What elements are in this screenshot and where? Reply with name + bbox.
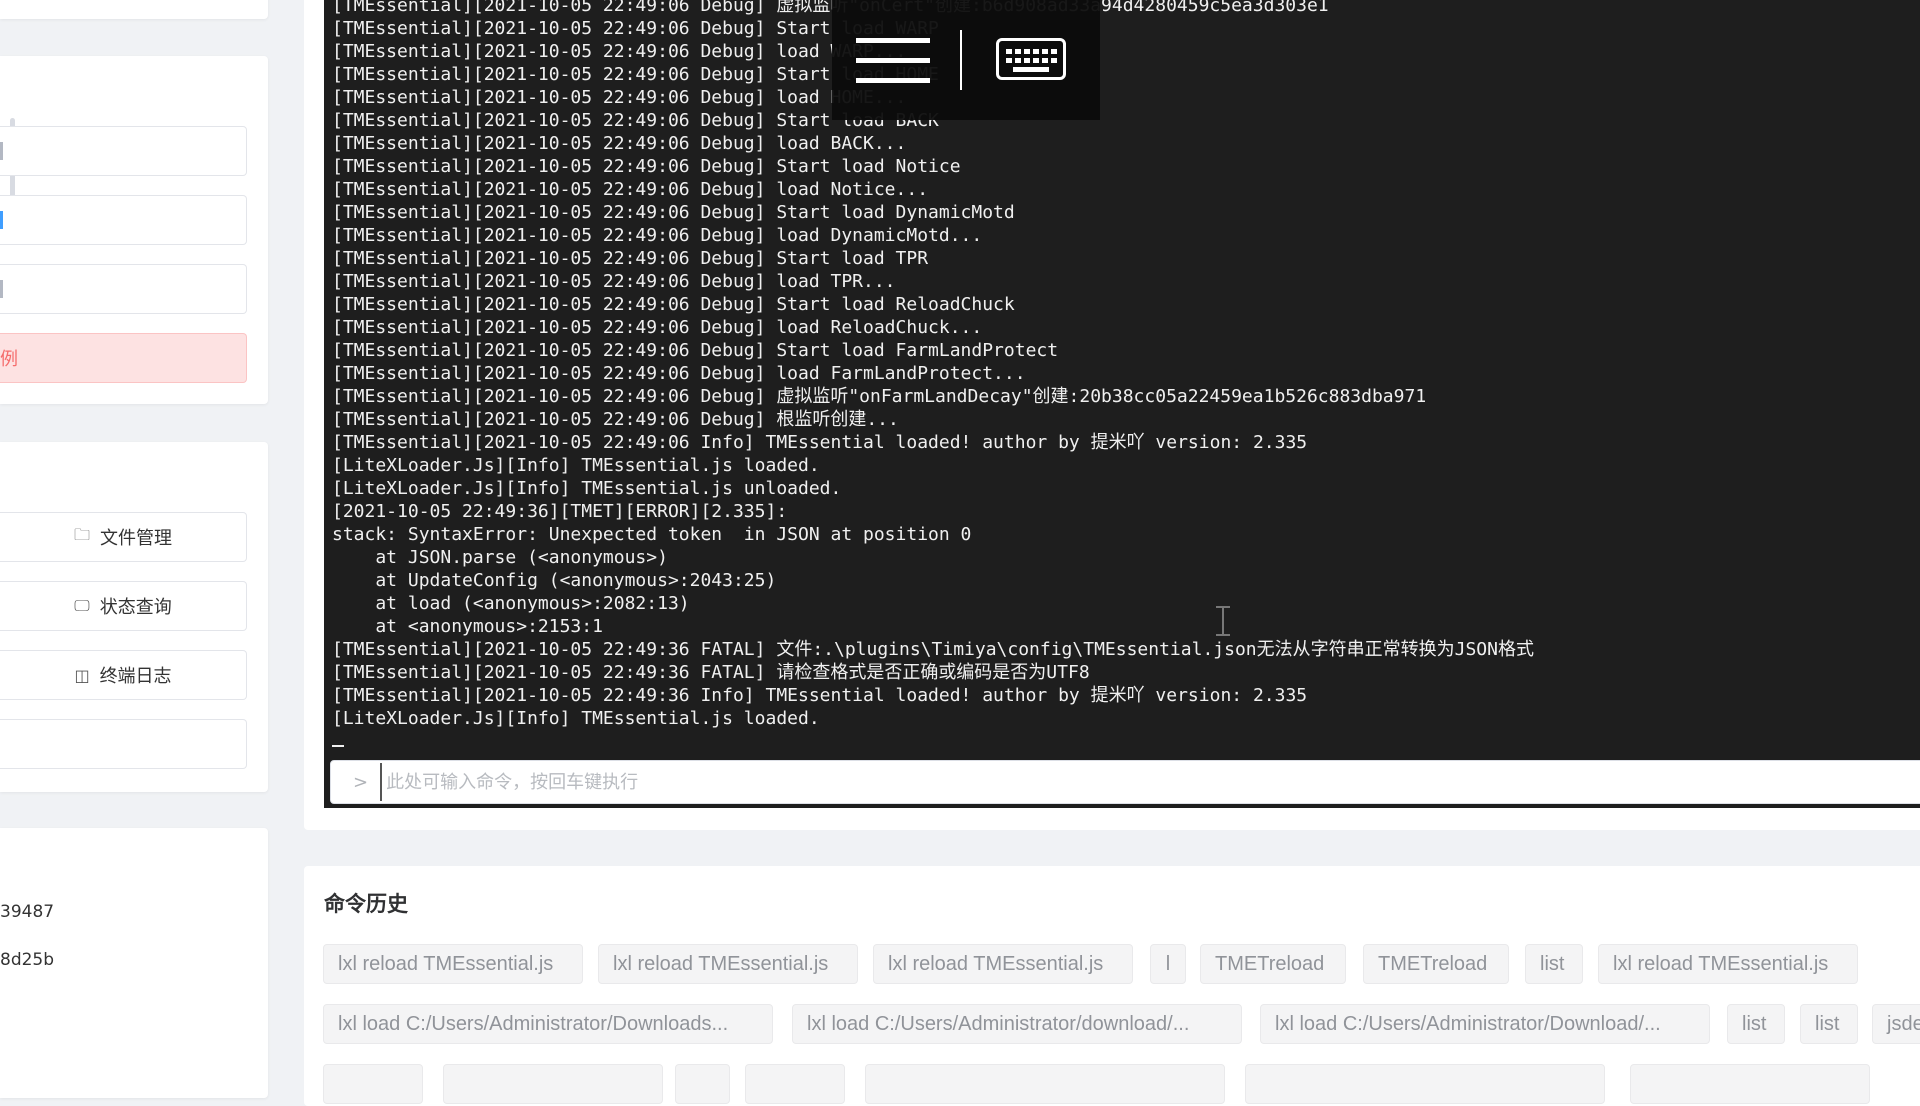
- history-chip[interactable]: [675, 1064, 730, 1104]
- terminal-line: at load (<anonymous>:2082:13): [332, 593, 690, 614]
- terminal-line: [2021-10-05 22:49:36][TMET][ERROR][2.335…: [332, 501, 788, 522]
- sidebar-item-danger[interactable]: 例: [0, 333, 247, 383]
- history-chip[interactable]: jsde: [1872, 1004, 1920, 1044]
- sidebar-top-card: [0, 0, 268, 19]
- history-chip[interactable]: list: [1727, 1004, 1785, 1044]
- history-chip[interactable]: lxl load C:/Users/Administrator/download…: [792, 1004, 1242, 1044]
- toolbar-divider: [960, 30, 962, 90]
- terminal-line: [TMEssential][2021-10-05 22:49:06 Debug]…: [332, 386, 1427, 407]
- terminal-line: [LiteXLoader.Js][Info] TMEssential.js lo…: [332, 455, 820, 476]
- history-chip[interactable]: lxl load C:/Users/Administrator/Download…: [323, 1004, 773, 1044]
- history-chip[interactable]: [865, 1064, 1225, 1104]
- history-title: 命令历史: [324, 892, 408, 916]
- terminal-line: [TMEssential][2021-10-05 22:49:06 Debug]…: [332, 156, 961, 177]
- sidebar-item-label: 例: [0, 349, 18, 370]
- sidebar-item-1[interactable]: [0, 126, 247, 176]
- history-chip[interactable]: lxl reload TMEssential.js: [323, 944, 583, 984]
- sidebar-item-terminal-log[interactable]: ◫ 终端日志: [0, 650, 247, 700]
- history-chip[interactable]: list: [1800, 1004, 1858, 1044]
- sidebar-item-label: 终端日志: [99, 666, 172, 687]
- history-chip[interactable]: lxl reload TMEssential.js: [598, 944, 858, 984]
- history-chip[interactable]: lxl load C:/Users/Administrator/Download…: [1260, 1004, 1710, 1044]
- info-value: 8d25b: [0, 950, 55, 970]
- terminal-line: [TMEssential][2021-10-05 22:49:06 Debug]…: [332, 294, 1015, 315]
- terminal-line: [TMEssential][2021-10-05 22:49:06 Debug]…: [332, 133, 907, 154]
- terminal-line: at JSON.parse (<anonymous>): [332, 547, 668, 568]
- history-chip[interactable]: [443, 1064, 663, 1104]
- history-chip[interactable]: TMETreload: [1200, 944, 1346, 984]
- sidebar-item-marker: [0, 142, 3, 160]
- terminal-line: [TMEssential][2021-10-05 22:49:06 Info] …: [332, 432, 1308, 453]
- sidebar-item-label: 状态查询: [99, 597, 172, 618]
- sidebar-item-marker: [0, 211, 3, 229]
- terminal-line: [LiteXLoader.Js][Info] TMEssential.js lo…: [332, 708, 820, 729]
- chevron-right-icon: >: [353, 771, 369, 793]
- terminal-line: [TMEssential][2021-10-05 22:49:06 Debug]…: [332, 179, 929, 200]
- terminal-output[interactable]: [TMEssential][2021-10-05 22:49:06 Debug]…: [324, 0, 1920, 808]
- terminal-line: [TMEssential][2021-10-05 22:49:06 Debug]…: [332, 317, 983, 338]
- sidebar-item-marker: [0, 280, 3, 298]
- monitor-icon: 🖵: [74, 596, 90, 615]
- terminal-line: [TMEssential][2021-10-05 22:49:36 FATAL]…: [332, 639, 1534, 660]
- terminal-line: [TMEssential][2021-10-05 22:49:06 Debug]…: [332, 0, 1329, 16]
- history-chip[interactable]: lxl reload TMEssential.js: [1598, 944, 1858, 984]
- history-chip[interactable]: [1245, 1064, 1605, 1104]
- command-input[interactable]: [380, 763, 1920, 801]
- terminal-line: [LiteXLoader.Js][Info] TMEssential.js un…: [332, 478, 842, 499]
- terminal-line: [TMEssential][2021-10-05 22:49:06 Debug]…: [332, 87, 907, 108]
- terminal-cursor: [332, 745, 344, 747]
- history-chip[interactable]: l: [1150, 944, 1186, 984]
- sidebar-item-2[interactable]: [0, 195, 247, 245]
- text-cursor-icon: [1216, 606, 1230, 636]
- terminal-line: [TMEssential][2021-10-05 22:49:36 FATAL]…: [332, 662, 1090, 683]
- terminal-line: [TMEssential][2021-10-05 22:49:06 Debug]…: [332, 225, 983, 246]
- terminal-line: [TMEssential][2021-10-05 22:49:06 Debug]…: [332, 363, 1026, 384]
- history-chip[interactable]: lxl reload TMEssential.js: [873, 944, 1133, 984]
- history-chip[interactable]: list: [1525, 944, 1583, 984]
- terminal-log-icon: ◫: [74, 665, 90, 685]
- sidebar-item-status[interactable]: 🖵 状态查询: [0, 581, 247, 631]
- folder-icon: 🗀: [73, 524, 90, 544]
- terminal-line: [TMEssential][2021-10-05 22:49:06 Debug]…: [332, 248, 929, 269]
- hamburger-menu-icon[interactable]: [856, 38, 930, 88]
- history-chip[interactable]: [323, 1064, 423, 1104]
- command-input-box[interactable]: >: [330, 760, 1920, 804]
- terminal-line: [TMEssential][2021-10-05 22:49:06 Debug]…: [332, 271, 896, 292]
- sidebar-item-label: 文件管理: [100, 528, 172, 549]
- history-chip[interactable]: TMETreload: [1363, 944, 1509, 984]
- terminal-line: [TMEssential][2021-10-05 22:49:06 Debug]…: [332, 409, 899, 430]
- info-value: 39487: [0, 902, 55, 922]
- terminal-line: [TMEssential][2021-10-05 22:49:06 Debug]…: [332, 340, 1059, 361]
- history-chip[interactable]: [1630, 1064, 1870, 1104]
- sidebar-item-extra[interactable]: [0, 719, 247, 769]
- sidebar-item-file-manager[interactable]: 🗀 文件管理: [0, 512, 247, 562]
- terminal-line: at <anonymous>:2153:1: [332, 616, 603, 637]
- history-chip[interactable]: [745, 1064, 845, 1104]
- terminal-line: [TMEssential][2021-10-05 22:49:36 Info] …: [332, 685, 1308, 706]
- terminal-line: stack: SyntaxError: Unexpected token in …: [332, 524, 972, 545]
- sidebar-item-3[interactable]: [0, 264, 247, 314]
- terminal-line: [TMEssential][2021-10-05 22:49:06 Debug]…: [332, 202, 1015, 223]
- keyboard-icon[interactable]: [996, 38, 1066, 80]
- terminal-line: at UpdateConfig (<anonymous>:2043:25): [332, 570, 777, 591]
- terminal-line: [TMEssential][2021-10-05 22:49:06 Debug]…: [332, 41, 907, 62]
